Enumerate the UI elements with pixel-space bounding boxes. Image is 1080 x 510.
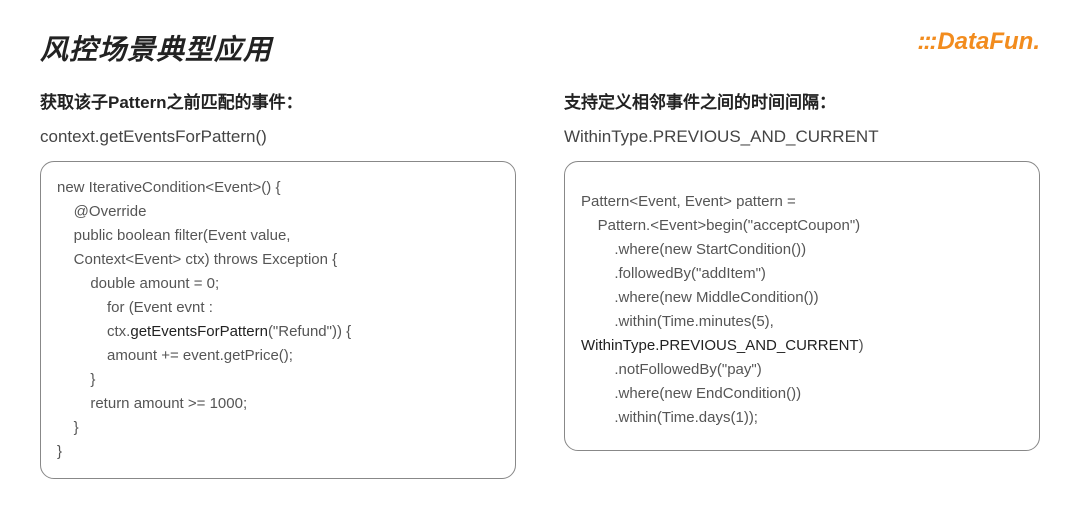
right-api: WithinType.PREVIOUS_AND_CURRENT: [564, 127, 1040, 147]
left-column: 获取该子Pattern之前匹配的事件： context.getEventsFor…: [40, 88, 516, 479]
code-line: return amount >= 1000;: [57, 392, 499, 416]
code-line: }: [57, 416, 499, 440]
code-line: WithinType.PREVIOUS_AND_CURRENT): [581, 334, 1023, 358]
code-line: .within(Time.minutes(5),: [581, 310, 1023, 334]
code-line: Pattern<Event, Event> pattern =: [581, 190, 1023, 214]
brand-logo: :::DataFun.: [917, 28, 1040, 56]
code-line: for (Event evnt :: [57, 296, 499, 320]
code-line: .where(new EndCondition()): [581, 382, 1023, 406]
code-line: .notFollowedBy("pay"): [581, 358, 1023, 382]
right-heading: 支持定义相邻事件之间的时间间隔：: [564, 88, 1040, 113]
content-columns: 获取该子Pattern之前匹配的事件： context.getEventsFor…: [40, 88, 1040, 479]
code-line: .where(new MiddleCondition()): [581, 286, 1023, 310]
code-line: public boolean filter(Event value,: [57, 224, 499, 248]
logo-dots-icon: :::: [917, 28, 935, 55]
right-code-block: Pattern<Event, Event> pattern = Pattern.…: [564, 161, 1040, 451]
code-line: .where(new StartCondition()): [581, 238, 1023, 262]
code-line: }: [57, 440, 499, 464]
code-line: .within(Time.days(1));: [581, 406, 1023, 430]
code-line: Pattern.<Event>begin("acceptCoupon"): [581, 214, 1023, 238]
code-line: Context<Event> ctx) throws Exception {: [57, 248, 499, 272]
code-highlight: getEventsForPattern: [130, 323, 268, 340]
code-highlight: WithinType.PREVIOUS_AND_CURRENT: [581, 337, 859, 354]
code-line: new IterativeCondition<Event>() {: [57, 176, 499, 200]
right-column: 支持定义相邻事件之间的时间间隔： WithinType.PREVIOUS_AND…: [564, 88, 1040, 479]
left-api: context.getEventsForPattern(): [40, 127, 516, 147]
code-line: double amount = 0;: [57, 272, 499, 296]
code-line: @Override: [57, 200, 499, 224]
code-line: .followedBy("addItem"): [581, 262, 1023, 286]
slide-header: 风控场景典型应用 :::DataFun.: [40, 28, 1040, 68]
code-line: ctx.getEventsForPattern("Refund")) {: [57, 320, 499, 344]
left-code-block: new IterativeCondition<Event>() { @Overr…: [40, 161, 516, 479]
slide-title: 风控场景典型应用: [40, 28, 272, 68]
code-line: }: [57, 368, 499, 392]
code-line: amount += event.getPrice();: [57, 344, 499, 368]
left-heading: 获取该子Pattern之前匹配的事件：: [40, 88, 516, 113]
logo-text: DataFun.: [937, 28, 1040, 55]
